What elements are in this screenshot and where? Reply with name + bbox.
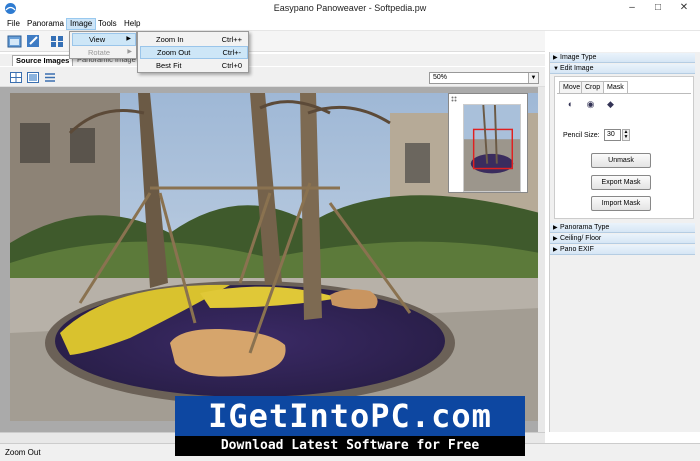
expand-arrow-icon: ▶ [553, 225, 558, 231]
menu-item-label: Zoom Out [157, 48, 191, 57]
navigator-thumbnail [463, 104, 521, 192]
menu-item-view[interactable]: View ▶ [72, 33, 136, 46]
eraser-icon[interactable]: ◆ [605, 99, 616, 109]
expand-arrow-icon: ▶ [553, 55, 558, 61]
pencil-size-stepper[interactable]: ▲ ▼ [622, 129, 630, 141]
edit-image-box: Move Crop Mask ◐ ◉ ◆ Pencil Size: 30 ▲ ▼ … [554, 76, 694, 219]
menu-help[interactable]: Help [121, 18, 143, 30]
unmask-button[interactable]: Unmask [591, 153, 651, 168]
menu-item-best-fit[interactable]: Best Fit Ctrl+0 [140, 59, 248, 72]
arrange-icon[interactable] [44, 72, 56, 83]
tab-mask[interactable]: Mask [603, 81, 628, 93]
vertical-scrollbar[interactable] [538, 87, 545, 432]
submenu-arrow-icon: ▶ [126, 36, 131, 42]
menu-item-label: View [89, 35, 106, 44]
section-label: Ceiling/ Floor [560, 235, 602, 242]
section-edit-image[interactable]: ▼Edit Image [550, 64, 695, 74]
watermark: IGetIntoPC.com Download Latest Software … [175, 396, 525, 461]
chevron-down-icon[interactable]: ▼ [528, 73, 538, 83]
menu-tools[interactable]: Tools [95, 18, 120, 30]
view-submenu: Zoom In Ctrl++ Zoom Out Ctrl+- Best Fit … [137, 31, 249, 73]
expand-arrow-icon: ▶ [553, 236, 558, 242]
shortcut-label: Ctrl++ [221, 35, 242, 44]
section-panorama-type[interactable]: ▶ Panorama Type [550, 223, 695, 233]
edit-icon[interactable] [25, 33, 42, 50]
import-mask-button[interactable]: Import Mask [591, 196, 651, 211]
list-view-icon[interactable] [27, 72, 39, 83]
pencil-size-label: Pencil Size: [563, 132, 600, 139]
mask-brush-icon[interactable]: ◐ [565, 99, 576, 109]
section-label: Image Type [560, 54, 597, 61]
shortcut-label: Ctrl+- [222, 48, 241, 57]
close-button[interactable]: ✕ [672, 0, 696, 17]
watermark-title: IGetIntoPC.com [175, 396, 525, 436]
title-bar: Easypano Panoweaver - Softpedia.pw – □ ✕ [0, 0, 700, 17]
eye-icon[interactable]: ◉ [585, 99, 596, 109]
shortcut-label: Ctrl+0 [221, 61, 242, 70]
section-label: Pano EXIF [560, 246, 594, 253]
zoom-select[interactable]: 50% ▼ [429, 72, 539, 84]
section-image-type[interactable]: ▶ Image Type [550, 53, 695, 63]
collapse-arrow-icon: ▼ [553, 66, 559, 72]
section-ceiling-floor[interactable]: ▶ Ceiling/ Floor [550, 234, 695, 244]
maximize-button[interactable]: □ [646, 0, 670, 17]
watermark-tagline: Download Latest Software for Free [175, 436, 525, 456]
stitch-icon[interactable] [49, 33, 66, 50]
right-panel: ▶ Image Type ▼Edit Image Move Crop Mask ◐… [549, 52, 700, 432]
menu-item-label: Rotate [88, 48, 111, 57]
section-label: Edit Image [560, 65, 594, 72]
menu-item-label: Best Fit [156, 61, 182, 70]
menu-item-label: Zoom In [156, 35, 184, 44]
zoom-value: 50% [433, 74, 448, 81]
pencil-size-input[interactable]: 30 [604, 129, 621, 141]
menu-item-zoom-out[interactable]: Zoom Out Ctrl+- [140, 46, 248, 59]
menu-image[interactable]: Image [66, 18, 97, 30]
minimize-button[interactable]: – [620, 0, 644, 17]
submenu-arrow-icon: ▶ [127, 49, 132, 55]
navigator-panel[interactable] [448, 93, 528, 193]
menu-item-rotate[interactable]: Rotate ▶ [72, 46, 136, 59]
menu-panorama[interactable]: Panorama [24, 18, 67, 30]
window-title: Easypano Panoweaver - Softpedia.pw [273, 3, 427, 13]
tab-source-images[interactable]: Source Images [12, 55, 74, 66]
image-menu-dropdown: View ▶ Rotate ▶ [69, 31, 137, 59]
image-toolbar: 50% ▼ [0, 67, 545, 87]
menu-item-zoom-in[interactable]: Zoom In Ctrl++ [140, 33, 248, 46]
drag-handle-icon[interactable] [451, 96, 459, 102]
expand-arrow-icon: ▶ [553, 247, 558, 253]
menu-file[interactable]: File [4, 18, 23, 30]
section-label: Panorama Type [560, 224, 610, 231]
section-pano-exif[interactable]: ▶ Pano EXIF [550, 245, 695, 255]
export-mask-button[interactable]: Export Mask [591, 175, 651, 190]
tab-crop[interactable]: Crop [581, 81, 605, 93]
status-text: Zoom Out [5, 448, 41, 457]
grid-view-icon[interactable] [10, 72, 22, 83]
load-images-icon[interactable] [6, 33, 23, 50]
menu-bar: File Panorama Image Tools Help [0, 17, 700, 31]
